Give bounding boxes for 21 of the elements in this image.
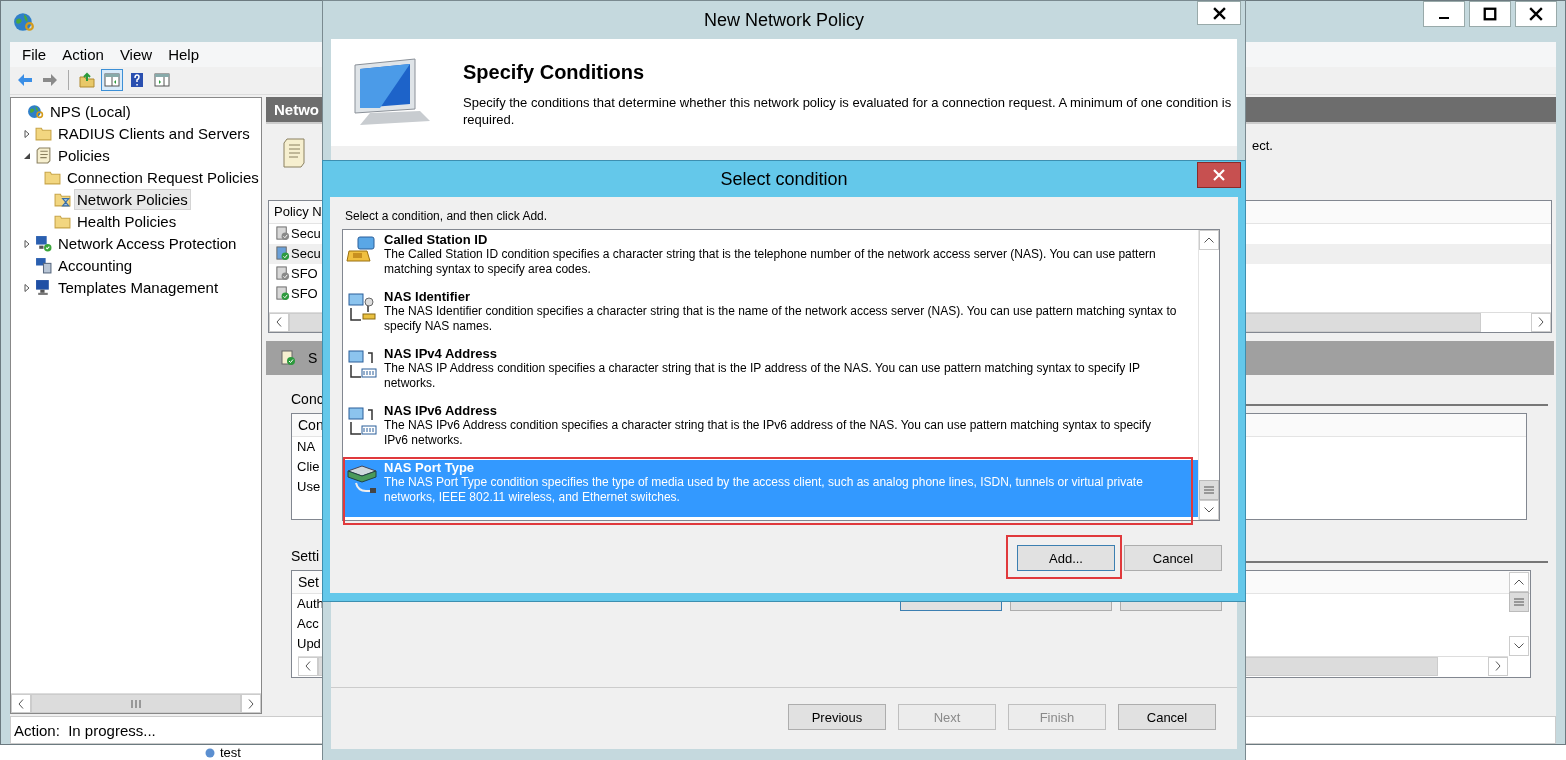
policy-name: Secu (291, 246, 321, 262)
table-cell: NA (297, 439, 316, 455)
window-title: New Network Policy (703, 9, 864, 31)
page-heading: Specify Conditions (463, 61, 646, 84)
table-cell: Clie (297, 459, 320, 475)
policy-name: SFO (291, 286, 318, 302)
policy-name: Secu (291, 226, 321, 242)
page-description: Specify the conditions that determine whether this network policy is evaluated for a connection request. A minimum of one condition is required. (463, 94, 1233, 128)
desktop-item-label: test (220, 745, 241, 760)
dialog-title: Select condition (720, 168, 848, 190)
section-title: S (308, 349, 318, 366)
group-label: Setti (291, 547, 319, 564)
pane-title: Netwo (274, 100, 319, 118)
table-cell: Use (297, 479, 321, 495)
table-cell: Acc (297, 616, 319, 632)
description-text: ect. (1252, 137, 1273, 153)
status-text: Action: In progress... (14, 721, 156, 739)
table-cell: Upd (297, 636, 321, 652)
instruction-text: Select a condition, and then click Add. (344, 209, 549, 223)
policy-name: SFO (291, 266, 318, 282)
group-label: Conc (291, 390, 324, 407)
